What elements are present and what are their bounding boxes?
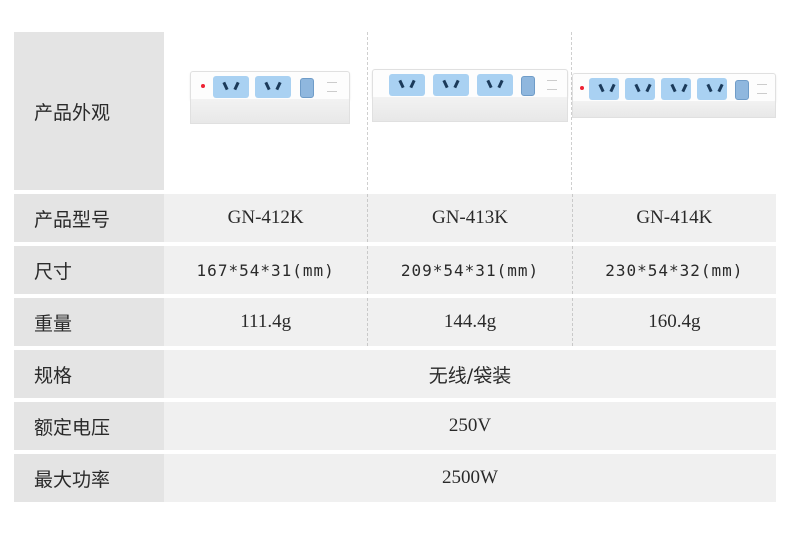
voltage-cells: 250V [164,402,776,450]
outlet-icon [589,78,619,100]
logo-icon [546,80,557,90]
power-cells: 2500W [164,454,776,502]
row-weight: 重量 111.4g 144.4g 160.4g [14,298,776,346]
row-size: 尺寸 167*54*31(mm) 209*54*31(mm) 230*54*32… [14,246,776,294]
size-value: 230*54*32(mm) [571,246,776,294]
outlet-icon [661,78,691,100]
row-appearance: 产品外观 [14,32,776,190]
strip-base [189,99,350,124]
label-appearance: 产品外观 [14,32,164,190]
power-strip-4-outlet-icon [572,73,776,119]
size-value: 167*54*31(mm) [196,260,335,280]
row-power: 最大功率 2500W [14,454,776,502]
strip-body [189,71,350,101]
label-size: 尺寸 [14,246,164,294]
outlet-icon [432,74,469,96]
label-model: 产品型号 [14,194,164,242]
voltage-value: 250V [448,415,492,436]
size-cells: 167*54*31(mm) 209*54*31(mm) 230*54*32(mm… [164,246,776,294]
label-voltage: 额定电压 [14,402,164,450]
row-voltage: 额定电压 250V [14,402,776,450]
model-value: GN-414K [571,194,776,242]
indicator-light-icon [580,86,584,90]
outlet-icon [254,76,291,98]
outlet-icon [625,78,655,100]
weight-value: 111.4g [240,311,292,332]
outlet-icon [697,78,727,100]
outlet-icon [212,76,249,98]
row-model: 产品型号 GN-412K GN-413K GN-414K [14,194,776,242]
logo-icon [757,84,767,94]
label-power: 最大功率 [14,454,164,502]
switch-icon [299,78,314,98]
row-spec: 规格 无线/袋装 [14,350,776,398]
weight-value: 144.4g [367,298,571,346]
model-value: GN-413K [367,194,571,242]
indicator-light-icon [200,84,205,88]
appearance-cells [164,32,776,190]
spec-table: 产品外观 产品型号 GN-412K GN-413K GN-414K 尺寸 167… [14,32,776,502]
weight-cells: 111.4g 144.4g 160.4g [164,298,776,346]
switch-icon [520,76,535,96]
outlet-icon [388,74,425,96]
weight-value: 160.4g [571,298,776,346]
label-weight: 重量 [14,298,164,346]
outlet-icon [476,74,513,96]
product-image-2 [367,32,571,190]
power-strip-3-outlet-icon [371,69,568,123]
spec-value: 无线/袋装 [428,364,512,387]
strip-body [572,73,776,103]
model-value: GN-412K [227,207,304,228]
switch-icon [735,80,749,100]
strip-base [371,97,568,122]
power-strip-2-outlet-icon [189,71,350,125]
label-spec: 规格 [14,350,164,398]
power-value: 2500W [442,467,498,488]
product-image-3 [571,32,776,190]
product-image-1 [164,32,367,190]
size-value: 209*54*31(mm) [367,246,571,294]
spec-cells: 无线/袋装 [164,350,776,398]
model-cells: GN-412K GN-413K GN-414K [164,194,776,242]
logo-icon [326,82,337,92]
strip-body [371,69,568,99]
strip-base [572,101,776,118]
